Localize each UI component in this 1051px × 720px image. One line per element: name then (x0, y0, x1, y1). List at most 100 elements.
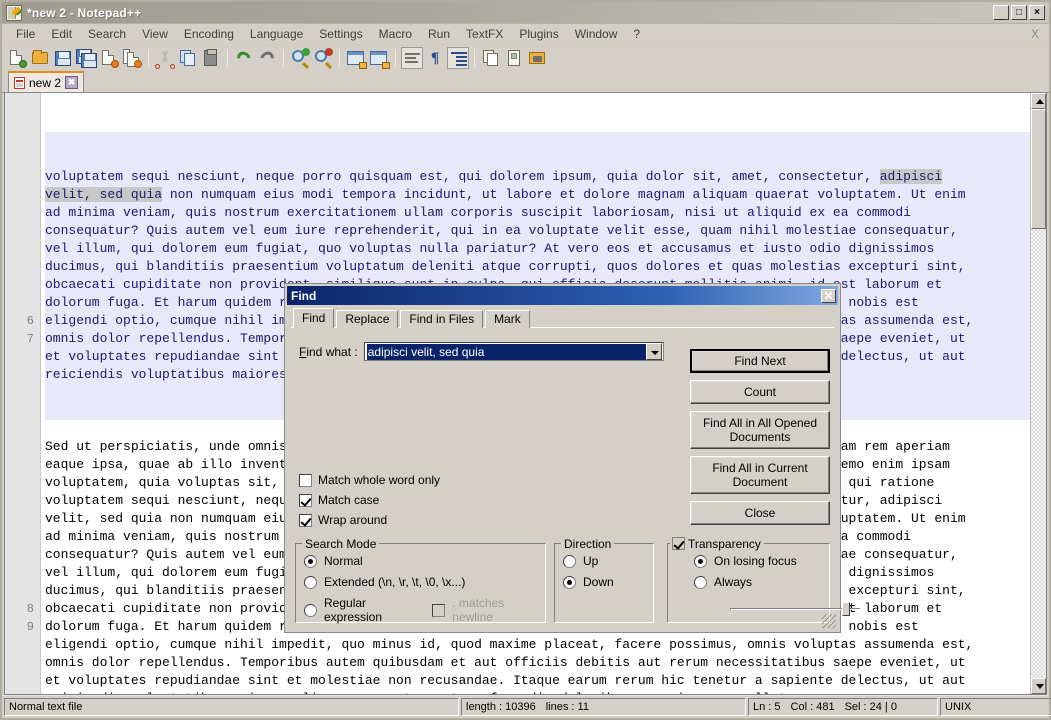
open-file-icon[interactable] (29, 47, 51, 69)
menu-edit[interactable]: Edit (43, 25, 80, 43)
menu-encoding[interactable]: Encoding (176, 25, 242, 43)
line-number (5, 204, 34, 222)
paste-icon[interactable] (200, 47, 222, 69)
find-all-current-button[interactable]: Find All in Current Document (690, 456, 830, 494)
sync-vertical-scroll-icon[interactable] (345, 47, 367, 69)
menu-search[interactable]: Search (80, 25, 134, 43)
tab-new-2[interactable]: new 2 ✖ (8, 71, 85, 92)
menu-view[interactable]: View (134, 25, 176, 43)
maximize-icon: □ (1015, 7, 1023, 18)
radio-dot[interactable] (563, 575, 576, 589)
unsaved-document-icon (14, 76, 25, 89)
menu-language[interactable]: Language (242, 25, 311, 43)
line-number (5, 294, 34, 312)
close-button[interactable]: × (1029, 5, 1045, 20)
title-bar: *new 2 - Notepad++ _ □ × (2, 2, 1049, 24)
radio-dot[interactable] (694, 554, 707, 568)
close-button[interactable]: Close (690, 501, 830, 525)
line-number (5, 510, 34, 528)
close-document-menu-button[interactable]: X (1031, 27, 1039, 41)
checkbox-box[interactable] (299, 473, 312, 487)
zoom-in-icon[interactable] (289, 47, 311, 70)
find-all-opened-button[interactable]: Find All in All Opened Documents (690, 411, 830, 449)
scrollbar-thumb[interactable] (1031, 109, 1046, 229)
function-list-icon[interactable] (526, 47, 548, 69)
radio-label: On losing focus (714, 554, 797, 568)
tab-close-icon[interactable]: ✖ (65, 76, 79, 89)
menu-file[interactable]: File (8, 25, 43, 43)
dialog-resize-grip[interactable] (822, 614, 836, 628)
minimize-button[interactable]: _ (993, 5, 1009, 21)
redo-icon[interactable] (256, 47, 278, 69)
show-all-characters-icon[interactable]: ¶ (424, 47, 446, 69)
find-next-button[interactable]: Find Next (690, 349, 830, 373)
tab-find[interactable]: Find (293, 308, 335, 328)
new-file-icon[interactable] (6, 47, 28, 69)
menu-macro[interactable]: Macro (371, 25, 420, 43)
zoom-out-icon[interactable] (312, 47, 334, 70)
radio-dot[interactable] (563, 554, 576, 568)
document-map-icon[interactable] (503, 47, 525, 69)
wrap-around-checkbox[interactable]: Wrap around (299, 513, 440, 527)
radio-dot[interactable] (304, 575, 317, 589)
menu-textfx[interactable]: TextFX (458, 25, 511, 43)
scrollbar-track[interactable] (1031, 109, 1046, 678)
user-defined-dialog-icon[interactable] (480, 47, 502, 69)
cut-icon[interactable] (154, 47, 176, 69)
tab-find-in-files[interactable]: Find in Files (400, 310, 484, 328)
checkbox-box[interactable] (299, 513, 312, 527)
menu-help[interactable]: ? (625, 25, 648, 43)
line-number (5, 546, 34, 564)
undo-icon[interactable] (233, 47, 255, 69)
save-icon[interactable] (52, 47, 74, 69)
radio-dot[interactable] (304, 554, 317, 568)
find-what-input[interactable]: adipisci velit, sed quia (366, 343, 646, 360)
match-whole-word-checkbox[interactable]: Match whole word only (299, 473, 440, 487)
menu-window[interactable]: Window (567, 25, 626, 43)
tab-replace[interactable]: Replace (336, 310, 399, 328)
status-sel: Sel : 24 | 0 (844, 701, 897, 713)
transparency-always-radio[interactable]: Always (694, 575, 821, 589)
indent-guide-icon[interactable] (447, 47, 469, 69)
toolbar-separator (395, 49, 396, 67)
scroll-down-arrow-icon[interactable] (1031, 678, 1046, 694)
match-case-checkbox[interactable]: Match case (299, 493, 440, 507)
maximize-button[interactable]: □ (1011, 5, 1027, 20)
direction-down-radio[interactable]: Down (563, 575, 645, 589)
radio-label: Always (714, 575, 753, 589)
matches-newline-checkbox[interactable] (432, 603, 446, 617)
scroll-up-arrow-icon[interactable] (1031, 93, 1046, 109)
menu-settings[interactable]: Settings (311, 25, 370, 43)
status-bar: Normal text file length : 10396 lines : … (2, 695, 1051, 718)
transparency-on-losing-focus-radio[interactable]: On losing focus (694, 554, 821, 568)
slider-thumb[interactable] (842, 602, 850, 616)
count-button[interactable]: Count (690, 380, 830, 404)
radio-dot[interactable] (304, 603, 317, 617)
transparency-slider[interactable] (730, 602, 860, 616)
find-dialog-close-button[interactable]: ✕ (821, 288, 836, 303)
status-file-type: Normal text file (4, 698, 459, 716)
search-mode-regex-radio[interactable]: Regular expression . matches newline (304, 596, 537, 624)
close-document-icon[interactable] (98, 47, 120, 69)
sync-horizontal-scroll-icon[interactable] (368, 47, 390, 69)
search-mode-normal-radio[interactable]: Normal (304, 554, 537, 568)
search-mode-extended-radio[interactable]: Extended (\n, \r, \t, \0, \x...) (304, 575, 537, 589)
vertical-scrollbar[interactable] (1030, 93, 1046, 694)
close-all-documents-icon[interactable] (121, 47, 143, 69)
save-all-icon[interactable] (75, 47, 97, 69)
transparency-checkbox[interactable] (672, 537, 685, 550)
copy-icon[interactable] (177, 47, 199, 69)
line-number (5, 582, 34, 600)
close-icon: ✕ (823, 288, 834, 303)
radio-dot[interactable] (694, 575, 707, 589)
slider-track[interactable] (730, 608, 860, 610)
menu-run[interactable]: Run (420, 25, 458, 43)
menu-plugins[interactable]: Plugins (511, 25, 566, 43)
transparency-group: Transparency On losing focus Always (667, 537, 860, 623)
direction-up-radio[interactable]: Up (563, 554, 645, 568)
checkbox-box[interactable] (299, 493, 312, 507)
word-wrap-icon[interactable] (401, 47, 423, 69)
find-what-combobox[interactable]: adipisci velit, sed quia (363, 342, 664, 361)
chevron-down-icon[interactable] (645, 343, 662, 360)
tab-mark[interactable]: Mark (485, 310, 530, 328)
